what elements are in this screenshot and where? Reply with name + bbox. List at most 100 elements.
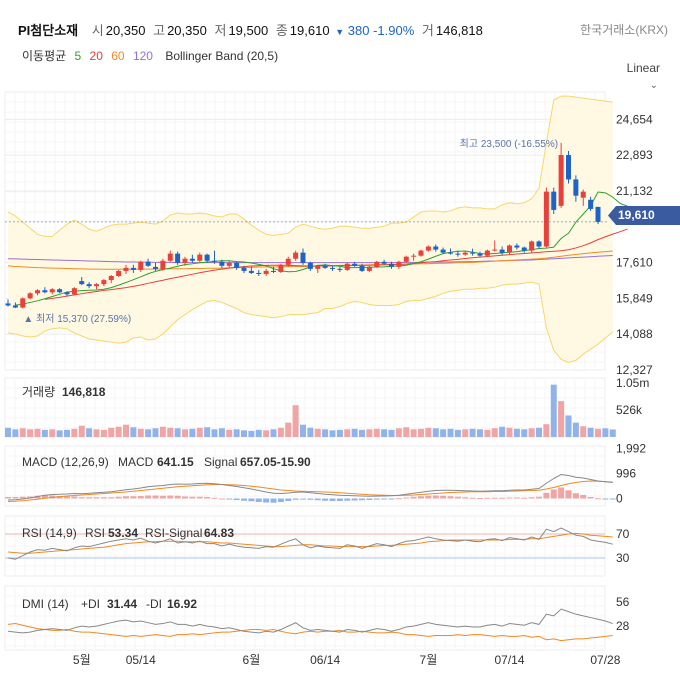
- macd-histogram-bar: [71, 496, 78, 499]
- macd-histogram-bar: [108, 497, 115, 499]
- candle-body: [189, 258, 195, 261]
- macd-histogram-bar: [609, 498, 616, 500]
- volume-bar: [513, 428, 520, 437]
- candle-body: [588, 199, 594, 209]
- candle-body: [248, 270, 254, 273]
- macd-histogram-bar: [211, 497, 218, 499]
- macd-histogram-bar: [477, 498, 483, 499]
- volume-bar: [5, 427, 11, 437]
- macd-histogram-bar: [196, 496, 203, 499]
- volume-bar: [123, 424, 129, 437]
- volume-bar: [351, 428, 358, 437]
- volume-bar: [462, 429, 469, 437]
- volume-bar: [204, 427, 211, 437]
- volume-bar: [595, 428, 601, 437]
- macd-histogram-bar: [469, 497, 476, 499]
- volume-bar: [609, 429, 616, 437]
- volume-bar: [78, 425, 85, 437]
- volume-bar: [255, 429, 262, 437]
- candle-body: [352, 263, 358, 266]
- x-tick-label: 7월: [420, 653, 438, 667]
- volume-bar: [440, 429, 447, 437]
- volume-bar: [543, 424, 550, 437]
- volume-bar: [145, 429, 152, 437]
- x-tick-label: 07/14: [494, 653, 524, 667]
- candle-body: [558, 155, 564, 206]
- volume-bar: [307, 427, 314, 437]
- rsi-value: 53.34: [108, 526, 138, 540]
- volume-bar: [558, 401, 565, 437]
- price-panel: 최고 23,500 (-16.55%) ▲ 최저 15,370 (27.59%) 2…: [4, 91, 653, 377]
- macd-histogram-bar: [93, 497, 100, 499]
- macd-histogram-bar: [351, 498, 358, 501]
- macd-histogram-bar: [64, 496, 70, 499]
- volume-bar: [270, 429, 277, 437]
- price-tick-label: 17,610: [616, 256, 653, 270]
- candle-body: [381, 261, 387, 264]
- macd-histogram-bar: [388, 498, 395, 500]
- candle-body: [94, 284, 99, 287]
- macd-histogram-bar: [506, 497, 513, 499]
- volume-bar: [314, 428, 321, 437]
- macd-panel: MACD (12,26,9) MACD 641.15 Signal 657.05-15.…: [4, 442, 646, 507]
- high-annotation: 최고 23,500 (-16.55%): [460, 138, 558, 150]
- volume-panel-label: 거래량: [22, 385, 55, 399]
- volume-bar: [196, 427, 203, 437]
- stock-chart[interactable]: 최고 23,500 (-16.55%) ▲ 최저 15,370 (27.59%) 2…: [0, 0, 680, 697]
- rsi-signal-value: 64.83: [204, 526, 234, 540]
- volume-bar: [388, 429, 395, 437]
- volume-bar: [56, 430, 63, 437]
- candle-body: [580, 191, 586, 198]
- macd-histogram-bar: [189, 496, 196, 499]
- macd-histogram-bar: [491, 497, 498, 499]
- macd-histogram-bar: [381, 498, 388, 500]
- volume-bar: [182, 429, 188, 437]
- volume-bar: [41, 429, 48, 437]
- volume-panel: 거래량 146,818 1.05m 526k: [4, 376, 649, 438]
- macd-histogram-bar: [167, 495, 174, 499]
- candle-body: [271, 270, 276, 272]
- price-tick-label: 14,088: [616, 327, 653, 341]
- candle-body: [86, 284, 92, 287]
- candle-body: [536, 241, 542, 247]
- candle-body: [263, 270, 269, 274]
- candle-body: [300, 252, 306, 263]
- x-axis: 5월 05/14 6월 06/14 7월 07/14 07/28: [73, 653, 621, 667]
- candle-body: [307, 262, 313, 269]
- candle-body: [529, 241, 535, 251]
- macd-histogram-bar: [130, 496, 137, 499]
- candle-body: [293, 252, 299, 259]
- macd-histogram-bar: [285, 498, 292, 501]
- macd-histogram-bar: [536, 496, 542, 499]
- price-tick-label: 24,654: [616, 112, 653, 126]
- macd-histogram-bar: [513, 497, 520, 499]
- volume-bar: [19, 428, 26, 437]
- candle-body: [551, 191, 557, 210]
- dmi-plus-value: 31.44: [107, 597, 137, 611]
- macd-histogram-bar: [543, 492, 550, 499]
- candle-body: [543, 191, 549, 247]
- candle-body: [521, 247, 527, 251]
- volume-bar: [395, 428, 402, 437]
- candle-body: [12, 305, 18, 308]
- rsi-name: RSI: [85, 526, 105, 540]
- volume-bar: [285, 422, 292, 437]
- dmi-tick-label: 56: [616, 595, 630, 609]
- candle-body: [389, 263, 394, 267]
- volume-bar: [536, 427, 542, 437]
- macd-tick-label: 0: [616, 492, 623, 506]
- volume-bar: [432, 428, 439, 437]
- volume-bar: [344, 429, 351, 437]
- volume-bar: [233, 429, 240, 437]
- volume-bar: [469, 428, 476, 437]
- volume-bar: [506, 427, 513, 437]
- candle-body: [226, 262, 232, 266]
- candle-body: [418, 250, 424, 256]
- rsi-panel-label: RSI (14,9): [22, 526, 77, 540]
- candle-body: [35, 290, 40, 294]
- candle-body: [507, 245, 512, 253]
- volume-bar: [359, 429, 365, 437]
- candle-body: [108, 276, 114, 281]
- volume-bar: [366, 429, 373, 437]
- macd-histogram-bar: [300, 498, 306, 500]
